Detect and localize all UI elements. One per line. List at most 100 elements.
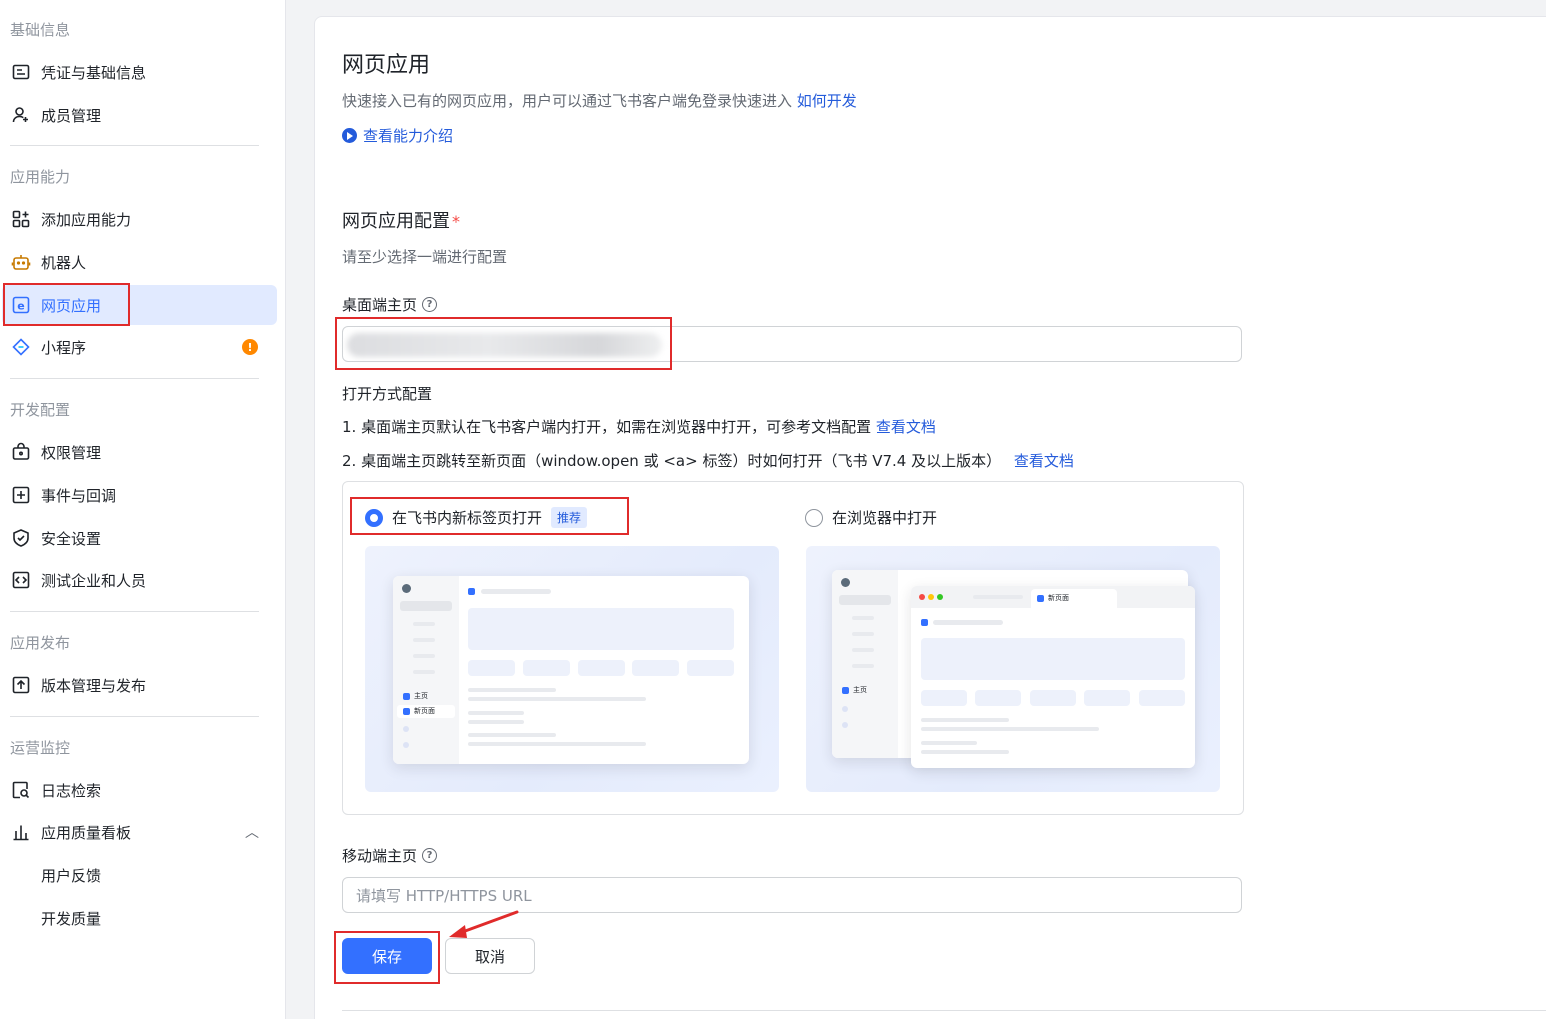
sidebar-item-label: 应用质量看板	[41, 823, 132, 842]
sidebar-item-add-capability[interactable]: 添加应用能力	[2, 199, 277, 239]
open-mode-line-1: 1. 桌面端主页默认在飞书客户端内打开，如需在浏览器中打开，可参考文档配置 查看…	[342, 416, 936, 437]
sidebar-item-versions[interactable]: 版本管理与发布	[2, 665, 277, 705]
app-icon	[403, 693, 410, 700]
sidebar-item-robot[interactable]: 机器人	[2, 242, 277, 282]
preview-bar	[852, 616, 874, 620]
preview-bar	[921, 750, 1009, 754]
play-icon	[342, 128, 357, 143]
app-icon	[842, 687, 849, 694]
option-browser[interactable]: 在浏览器中打开	[805, 507, 937, 528]
preview-bar	[468, 711, 524, 715]
how-to-develop-link[interactable]: 如何开发	[797, 92, 857, 110]
shield-icon	[10, 527, 32, 549]
sidebar-item-security[interactable]: 安全设置	[2, 518, 277, 558]
sidebar-item-label: 日志检索	[41, 781, 102, 800]
preview-card	[468, 608, 734, 650]
sidebar-item-test-tenants[interactable]: 测试企业和人员	[2, 560, 277, 600]
app-icon	[921, 619, 928, 626]
help-icon[interactable]: ?	[422, 297, 438, 312]
preview-bar	[468, 720, 524, 724]
preview-bar	[921, 741, 977, 745]
view-doc-link-2[interactable]: 查看文档	[1014, 452, 1074, 470]
preview-card	[1084, 690, 1130, 706]
sidebar-item-user-feedback[interactable]: 用户反馈	[2, 855, 277, 895]
browser-tab-label: 新页面	[1048, 594, 1069, 602]
config-hint: 请至少选择一端进行配置	[342, 248, 508, 266]
sidebar-item-quality-board[interactable]: 应用质量看板 ︿	[2, 812, 277, 852]
preview-card	[1030, 690, 1076, 706]
preview-card	[523, 660, 570, 676]
mini-program-icon	[10, 336, 32, 358]
preview-home-label: 主页	[853, 686, 867, 694]
preview-bar	[413, 654, 435, 658]
preview-browser: 主页 新页面	[806, 546, 1220, 792]
user-add-icon	[10, 104, 32, 126]
preview-new-page-label: 新页面	[414, 707, 435, 715]
preview-bar	[933, 620, 1003, 625]
desktop-label-text: 桌面端主页	[342, 296, 418, 314]
preview-sidebar: 主页	[832, 570, 898, 758]
bar-chart-icon	[10, 821, 32, 843]
group-title-dev: 开发配置	[10, 401, 71, 419]
open-mode-line-1-text: 1. 桌面端主页默认在飞书客户端内打开，如需在浏览器中打开，可参考文档配置	[342, 418, 872, 436]
open-mode-options: 在飞书内新标签页打开 推荐 在浏览器中打开 主页 新页面 主页 新页面	[342, 481, 1244, 815]
preview-bar	[481, 589, 551, 594]
preview-bar	[921, 727, 1099, 731]
view-doc-link-1[interactable]: 查看文档	[876, 418, 936, 436]
preview-home-label: 主页	[414, 692, 428, 700]
sidebar-item-log-search[interactable]: 日志检索	[2, 770, 277, 810]
preview-bar	[413, 670, 435, 674]
help-icon[interactable]: ?	[422, 848, 438, 863]
sidebar-item-credentials[interactable]: 凭证与基础信息	[2, 52, 277, 92]
divider	[10, 716, 259, 717]
upload-icon	[10, 674, 32, 696]
config-title: 网页应用配置 *	[342, 207, 460, 233]
avatar	[841, 578, 850, 587]
avatar	[402, 584, 411, 593]
chevron-up-icon[interactable]: ︿	[245, 822, 259, 842]
sidebar-item-label: 成员管理	[41, 106, 102, 125]
minimize-dot	[928, 594, 934, 600]
sidebar-item-events[interactable]: 事件与回调	[2, 475, 277, 515]
preview-bar	[852, 632, 874, 636]
preview-bar	[921, 718, 1009, 722]
preview-card	[1139, 690, 1185, 706]
log-search-icon	[10, 779, 32, 801]
preview-bar	[468, 742, 646, 746]
group-title-basic: 基础信息	[10, 21, 71, 39]
sidebar-item-label: 凭证与基础信息	[41, 63, 147, 82]
sidebar: 基础信息 凭证与基础信息 成员管理 应用能力 添加应用能力 机器人 e 网页应用…	[0, 0, 286, 1019]
sidebar-item-members[interactable]: 成员管理	[2, 95, 277, 135]
preview-card	[921, 638, 1185, 680]
group-title-ops: 运营监控	[10, 739, 71, 757]
capability-intro-link[interactable]: 查看能力介绍	[342, 125, 453, 146]
radio-unchecked-icon	[805, 508, 823, 527]
sidebar-item-mini-program[interactable]: 小程序 !	[2, 327, 277, 367]
sidebar-item-label: 事件与回调	[41, 486, 117, 505]
mobile-home-label: 移动端主页 ?	[342, 845, 438, 866]
group-title-release: 应用发布	[10, 634, 71, 652]
app-icon	[403, 708, 410, 715]
app-icon	[468, 588, 475, 595]
apps-add-icon	[10, 208, 32, 230]
sidebar-item-label: 机器人	[41, 253, 87, 272]
option-label: 在浏览器中打开	[832, 509, 938, 527]
preview-dot	[842, 722, 848, 728]
bottom-divider	[342, 1010, 1546, 1011]
description-text: 快速接入已有的网页应用，用户可以通过飞书客户端免登录快速进入	[342, 92, 793, 110]
required-mark: *	[452, 212, 460, 231]
preview-dot	[403, 742, 409, 748]
preview-sidebar: 主页 新页面	[393, 576, 459, 764]
preview-card	[687, 660, 734, 676]
preview-bar	[468, 697, 646, 701]
preview-card	[468, 660, 515, 676]
preview-bar	[468, 688, 556, 692]
sidebar-item-label: 权限管理	[41, 443, 102, 462]
open-mode-line-2: 2. 桌面端主页跳转至新页面（window.open 或 <a> 标签）时如何打…	[342, 450, 1074, 471]
preview-window: 主页 新页面	[393, 576, 749, 764]
config-title-text: 网页应用配置	[342, 211, 450, 232]
sidebar-item-dev-quality[interactable]: 开发质量	[2, 898, 277, 938]
sidebar-item-permissions[interactable]: 权限管理	[2, 432, 277, 472]
preview-bar	[852, 664, 874, 668]
preview-dot	[403, 726, 409, 732]
